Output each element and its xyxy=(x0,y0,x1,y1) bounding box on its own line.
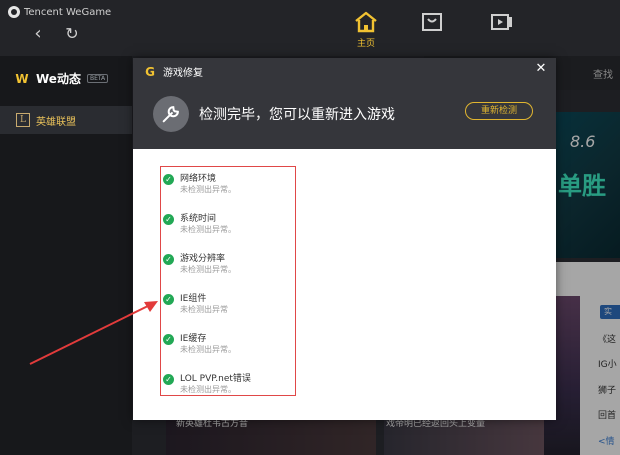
sidebar: W We动态 BETA L 英雄联盟 xyxy=(0,56,132,455)
check-item-ie-component: ✓ IE组件 未检测出异常 xyxy=(161,291,295,319)
check-success-icon: ✓ xyxy=(163,294,174,305)
lol-icon: L xyxy=(16,113,30,127)
check-success-icon: ✓ xyxy=(163,174,174,185)
tab-store[interactable] xyxy=(412,10,452,50)
dialog-title-bar: G 游戏修复 xyxy=(143,64,203,80)
result-headline: 检测完毕，您可以重新进入游戏 xyxy=(199,107,395,123)
sidebar-item-lol[interactable]: L 英雄联盟 xyxy=(0,106,132,134)
dialog-header: G 游戏修复 ✕ 检测完毕，您可以重新进入游戏 重新检测 xyxy=(133,58,556,149)
check-results-list: ✓ 网络环境 未检测出异常。 ✓ 系统时间 未检测出异常。 ✓ 游戏分辨率 未检… xyxy=(160,166,296,396)
check-item-lol-pvp: ✓ LOL PVP.net错误 未检测出异常。 xyxy=(161,371,295,399)
check-status: 未检测出异常 xyxy=(180,305,228,314)
wrench-svg xyxy=(162,106,179,123)
brand-text: Tencent WeGame xyxy=(24,6,112,18)
dialog-title: 游戏修复 xyxy=(163,68,203,79)
wrench-icon xyxy=(153,96,189,132)
game-repair-dialog: G 游戏修复 ✕ 检测完毕，您可以重新进入游戏 重新检测 ✓ 网络环境 未检测出… xyxy=(133,58,556,420)
check-name: IE组件 xyxy=(180,294,207,304)
back-arrow-icon[interactable]: ‹ xyxy=(28,24,48,44)
wegame-g-icon: G xyxy=(145,64,155,79)
check-success-icon: ✓ xyxy=(163,214,174,225)
recheck-button[interactable]: 重新检测 xyxy=(465,102,533,120)
home-icon xyxy=(355,11,377,33)
check-success-icon: ✓ xyxy=(163,254,174,265)
check-item-system-time: ✓ 系统时间 未检测出异常。 xyxy=(161,211,295,239)
video-icon xyxy=(491,14,512,30)
tab-home-label: 主页 xyxy=(356,39,375,49)
brand: Tencent WeGame xyxy=(8,6,111,18)
check-status: 未检测出异常。 xyxy=(180,265,236,274)
check-status: 未检测出异常。 xyxy=(180,185,236,194)
check-name: 系统时间 xyxy=(180,214,217,224)
wegame-logo-icon xyxy=(8,6,20,18)
top-bar: Tencent WeGame ‹ ↻ 主页 xyxy=(0,0,620,56)
check-status: 未检测出异常。 xyxy=(180,345,236,354)
check-name: 网络环境 xyxy=(180,174,217,184)
we-logo-icon: W xyxy=(15,71,29,86)
check-item-network: ✓ 网络环境 未检测出异常。 xyxy=(161,171,295,199)
check-item-ie-cache: ✓ IE缓存 未检测出异常。 xyxy=(161,331,295,359)
check-name: 游戏分辨率 xyxy=(180,254,226,264)
check-item-resolution: ✓ 游戏分辨率 未检测出异常。 xyxy=(161,251,295,279)
check-success-icon: ✓ xyxy=(163,334,174,345)
check-name: LOL PVP.net错误 xyxy=(180,374,251,384)
we-dynamics-label: We动态 xyxy=(36,72,81,86)
tab-home[interactable]: 主页 xyxy=(346,10,386,50)
store-icon xyxy=(422,13,442,31)
check-success-icon: ✓ xyxy=(163,374,174,385)
check-name: IE缓存 xyxy=(180,334,207,344)
check-status: 未检测出异常。 xyxy=(180,225,236,234)
we-dynamics-logo[interactable]: W We动态 BETA xyxy=(14,70,109,87)
refresh-icon[interactable]: ↻ xyxy=(62,24,82,44)
beta-badge: BETA xyxy=(86,74,109,83)
close-icon[interactable]: ✕ xyxy=(534,62,548,76)
check-status: 未检测出异常。 xyxy=(180,385,236,394)
tab-video[interactable] xyxy=(482,10,522,50)
sidebar-item-label: 英雄联盟 xyxy=(36,116,76,128)
